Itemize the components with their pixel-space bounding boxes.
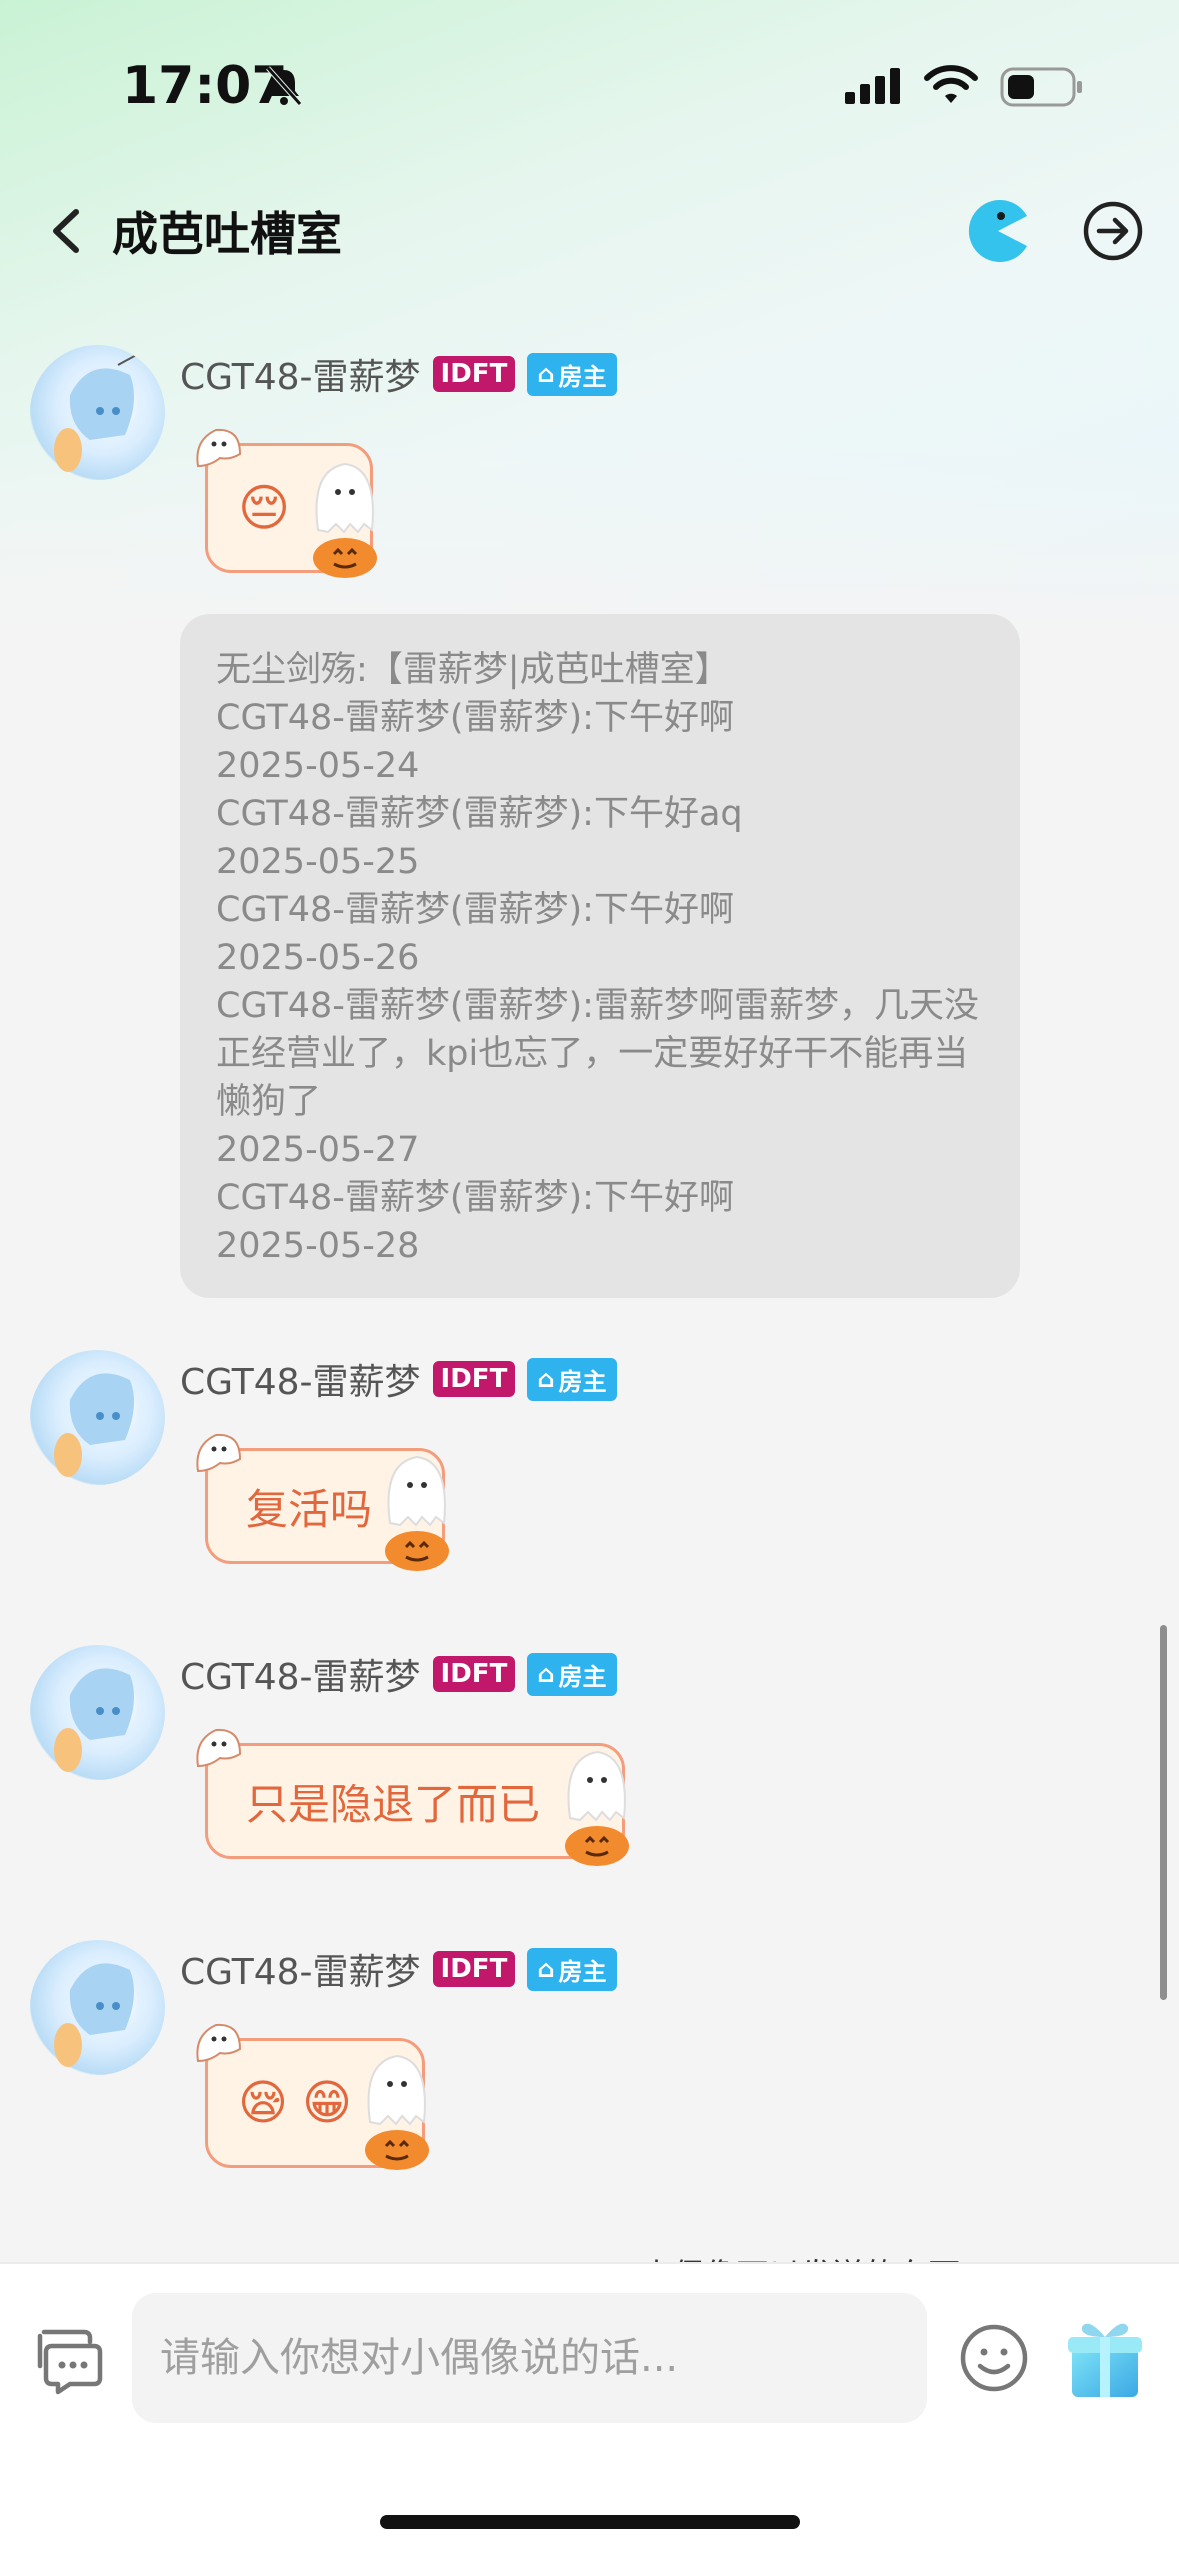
page-title: 成芭吐槽室 (112, 207, 342, 261)
ghost-pumpkin-icon (385, 1455, 449, 1571)
wifi-icon (924, 65, 978, 103)
system-line: 2025-05-24 (216, 746, 420, 786)
pacman-icon[interactable] (965, 198, 1031, 264)
ghost-decoration-icon (196, 1728, 242, 1768)
system-line: CGT48-雷薪梦(雷薪梦):雷薪梦啊雷薪梦，几天没正经营业了，kpi也忘了，一… (216, 986, 979, 1122)
username[interactable]: CGT48-雷薪梦 (180, 1353, 421, 1405)
username[interactable]: CGT48-雷薪梦 (180, 348, 421, 400)
idft-badge: IDFT (432, 1361, 516, 1397)
message-input[interactable] (132, 2293, 927, 2423)
emoji-icon[interactable] (958, 2322, 1030, 2394)
message-header: CGT48-雷薪梦 IDFT ⌂ 房主 (180, 1353, 617, 1405)
emoji: 😁 (302, 2075, 353, 2131)
username[interactable]: CGT48-雷薪梦 (180, 1943, 421, 1995)
message-text: 只是隐退了而已 (246, 1779, 541, 1829)
idft-badge: IDFT (432, 356, 516, 392)
chat-bubbles-icon[interactable] (30, 2322, 106, 2398)
ghost-decoration-icon (196, 428, 242, 468)
avatar[interactable] (30, 1350, 165, 1485)
message-header: CGT48-雷薪梦 IDFT ⌂ 房主 (180, 1648, 617, 1700)
system-line: CGT48-雷薪梦(雷薪梦):下午好啊 (216, 1178, 734, 1218)
exit-arrow-icon[interactable] (1082, 200, 1144, 262)
cellular-signal-icon (845, 68, 900, 104)
home-icon: ⌂ (537, 360, 555, 388)
ghost-pumpkin-icon (313, 462, 377, 578)
system-line: 2025-05-28 (216, 1226, 420, 1266)
host-badge-label: 房主 (558, 1367, 607, 1396)
home-icon: ⌂ (537, 1955, 555, 1983)
emoji: 😔 (238, 479, 291, 537)
home-icon: ⌂ (537, 1660, 555, 1688)
username[interactable]: CGT48-雷薪梦 (180, 1648, 421, 1700)
ghost-pumpkin-icon (565, 1750, 629, 1866)
emoji: 😪 (238, 2075, 289, 2131)
home-icon: ⌂ (537, 1365, 555, 1393)
system-line: 无尘剑殇:【雷薪梦|成芭吐槽室】 (216, 650, 730, 690)
system-line: CGT48-雷薪梦(雷薪梦):下午好啊 (216, 890, 734, 930)
avatar[interactable] (30, 345, 165, 480)
host-badge-label: 房主 (558, 1662, 607, 1691)
system-line: CGT48-雷薪梦(雷薪梦):下午好aq (216, 794, 743, 834)
idft-badge: IDFT (432, 1951, 516, 1987)
host-badge: ⌂ 房主 (527, 1947, 617, 1991)
gift-icon[interactable] (1060, 2313, 1150, 2403)
host-badge-label: 房主 (558, 1957, 607, 1986)
avatar[interactable] (30, 1645, 165, 1780)
chat-list[interactable]: CGT48-雷薪梦 IDFT ⌂ 房主 😔 无尘剑殇:【雷薪梦|成芭吐槽室】 CG… (0, 0, 1179, 2265)
ghost-decoration-icon (196, 2023, 242, 2063)
system-line: 2025-05-27 (216, 1130, 420, 1170)
host-badge: ⌂ 房主 (527, 1357, 617, 1401)
message-header: CGT48-雷薪梦 IDFT ⌂ 房主 (180, 1943, 617, 1995)
host-badge-label: 房主 (558, 362, 607, 391)
avatar[interactable] (30, 1940, 165, 2075)
message-text: 复活吗 (246, 1484, 373, 1534)
ghost-decoration-icon (196, 1433, 242, 1473)
host-badge: ⌂ 房主 (527, 1652, 617, 1696)
system-line: 2025-05-26 (216, 938, 420, 978)
system-message-card: 无尘剑殇:【雷薪梦|成芭吐槽室】 CGT48-雷薪梦(雷薪梦):下午好啊 202… (180, 614, 1020, 1298)
host-badge: ⌂ 房主 (527, 352, 617, 396)
back-arrow-icon[interactable] (46, 206, 86, 256)
system-line: CGT48-雷薪梦(雷薪梦):下午好啊 (216, 698, 734, 738)
message-header: CGT48-雷薪梦 IDFT ⌂ 房主 (180, 348, 617, 400)
system-line: 2025-05-25 (216, 842, 420, 882)
battery-icon (1000, 67, 1082, 107)
home-indicator (380, 2515, 800, 2529)
ghost-pumpkin-icon (365, 2054, 429, 2170)
bell-muted-icon (266, 66, 302, 106)
idft-badge: IDFT (432, 1656, 516, 1692)
scrollbar[interactable] (1160, 1625, 1167, 2000)
